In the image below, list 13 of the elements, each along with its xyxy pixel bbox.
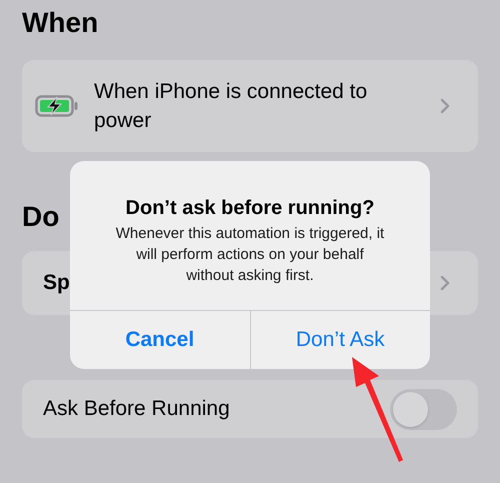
chevron-icon xyxy=(440,98,450,114)
charging-battery-icon xyxy=(35,95,79,117)
section-heading: When xyxy=(22,6,98,40)
toggle-switch[interactable] xyxy=(390,388,457,430)
setting-label: Ask Before Running xyxy=(43,396,230,422)
row-label: When iPhone is connected to power xyxy=(94,79,368,134)
cancel-button[interactable]: Cancel xyxy=(70,311,250,369)
row-label: Sp xyxy=(43,270,70,296)
list-row[interactable]: When iPhone is connected to power xyxy=(22,60,478,152)
chevron-icon xyxy=(440,275,450,291)
alert-title: Don’t ask before running? xyxy=(126,196,374,221)
alert-message: Whenever this automation is triggered, it will perform actions on your behalf without asking first. xyxy=(114,224,386,286)
section-heading: Do xyxy=(22,200,60,234)
